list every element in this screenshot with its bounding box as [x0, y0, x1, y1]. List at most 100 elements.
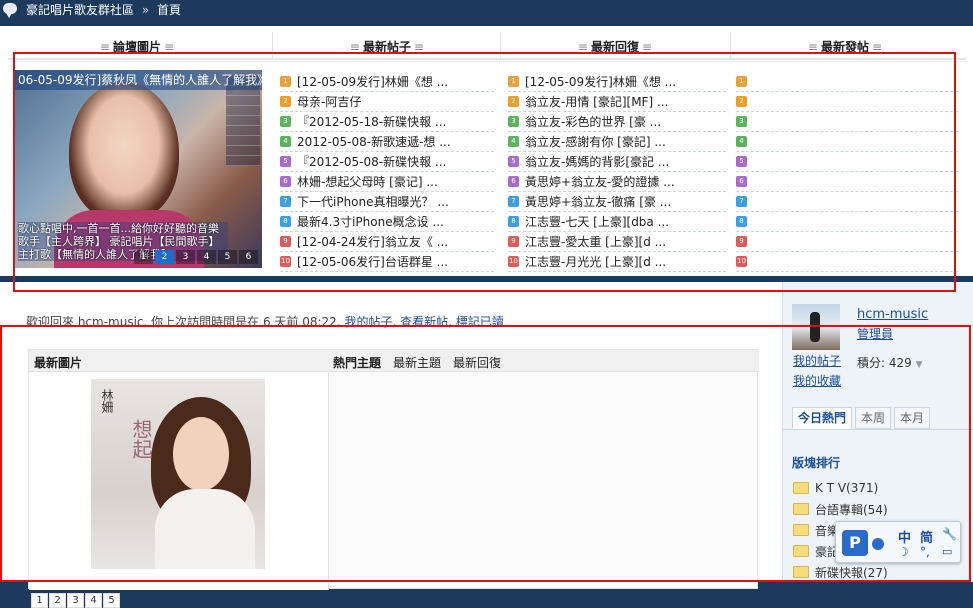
cover-page-button[interactable]: 1 — [31, 593, 48, 608]
list-item[interactable]: 7 下一代iPhone真相曝光？ ... — [280, 192, 494, 212]
album-cover-image[interactable]: 林姍 想起 — [91, 379, 265, 569]
list-item[interactable]: 6 林姍-想起父母時 [豪记] ... — [280, 172, 494, 192]
ime-dropdown-icon[interactable] — [872, 538, 884, 550]
slideshow-caption[interactable]: 06-05-09发行]蔡秋凤《無情的人誰人了解我》 — [14, 70, 262, 90]
list-item-link[interactable]: 下一代iPhone真相曝光？ ... — [297, 193, 449, 210]
slideshow-page-button[interactable]: 5 — [218, 250, 237, 264]
welcome-message: 歡迎回來 hcm-music, 你上次訪問時間是在 6 天前 08:22, 我的… — [26, 315, 504, 329]
slideshow-page-button[interactable]: 3 — [176, 250, 195, 264]
ime-keyboard-icon[interactable]: ▭ — [942, 545, 952, 558]
rank-number-badge: 5 — [508, 156, 519, 167]
list-item[interactable]: 8 最新4.3寸iPhone概念设 ... — [280, 212, 494, 232]
slideshow-page-button[interactable]: 1 — [134, 250, 153, 264]
list-item-link[interactable]: 黃思婷+翁立友-徹痛 [豪 ... — [525, 193, 671, 210]
list-item-link[interactable]: 2012-05-08-新歌速遞-想 ... — [297, 133, 451, 150]
list-item[interactable]: 2 翁立友-用情 [豪記][MF] ... — [508, 92, 726, 112]
list-item-link[interactable]: 最新4.3寸iPhone概念设 ... — [297, 213, 444, 230]
folder-icon — [793, 503, 809, 515]
list-item-link[interactable]: [12-05-06发行]台语群星 ... — [297, 253, 448, 270]
avatar[interactable] — [792, 304, 840, 350]
column-divider — [500, 32, 501, 58]
breadcrumb-home[interactable]: 首頁 — [157, 3, 181, 17]
tab-this-month[interactable]: 本月 — [894, 407, 931, 429]
list-item: 2 — [736, 92, 958, 112]
list-item[interactable]: 7 黃思婷+翁立友-徹痛 [豪 ... — [508, 192, 726, 212]
list-item-link[interactable]: [12-04-24发行]翁立友《 ... — [297, 233, 448, 250]
tab-today-hot[interactable]: 今日熱門 — [792, 407, 853, 429]
rank-number-badge: 9 — [280, 236, 291, 247]
list-item-link[interactable]: 林姍-想起父母時 [豪记] ... — [297, 173, 438, 190]
sidebar-my-favorites-link[interactable]: 我的收藏 — [793, 372, 841, 389]
cover-page-button[interactable]: 2 — [49, 593, 66, 608]
latest-threads-list: 1 2 3 4 5 6 7 8 9 10 — [736, 72, 958, 272]
list-item[interactable]: 9 [12-04-24发行]翁立友《 ... — [280, 232, 494, 252]
slideshow-page-button[interactable]: 4 — [197, 250, 216, 264]
list-item-link[interactable]: [12-05-09发行]林姍《想 ... — [297, 73, 448, 90]
list-item-link[interactable]: 江志豐-月光光 [上豪][d ... — [525, 253, 666, 270]
list-item-link[interactable]: 翁立友-媽媽的背影[豪記 ... — [525, 153, 669, 170]
list-item-link[interactable]: 黃思婷+翁立友-愛的證據 ... — [525, 173, 675, 190]
slideshow-page-button[interactable]: 6 — [239, 250, 258, 264]
rank-number-badge: 2 — [280, 96, 291, 107]
rank-number-badge: 4 — [508, 136, 519, 147]
list-item[interactable]: 8 江志豐-七天 [上豪][dba ... — [508, 212, 726, 232]
slideshow-page-button[interactable]: 2 — [155, 250, 174, 264]
view-new-posts-link[interactable]: 查看新帖 — [400, 315, 448, 329]
rank-number-badge: 8 — [280, 216, 291, 227]
tab-hot-topics[interactable]: 熱門主題 — [333, 354, 381, 371]
list-item-link[interactable]: 『2012-05-18-新碟快報 ... — [297, 113, 446, 130]
cover-artist-text: 林姍 — [100, 389, 114, 413]
board-rank-item[interactable]: 豪記 — [793, 541, 839, 561]
list-item-link[interactable]: 江志豐-愛太重 [上豪][d ... — [525, 233, 666, 250]
list-item[interactable]: 5 『2012-05-08-新碟快報 ... — [280, 152, 494, 172]
list-item-link[interactable]: 『2012-05-08-新碟快報 ... — [297, 153, 446, 170]
breadcrumb-site[interactable]: 豪記唱片歌友群社區 — [26, 3, 134, 17]
rank-number-badge: 7 — [280, 196, 291, 207]
board-rank-item[interactable]: 新碟快報(27) — [793, 562, 888, 582]
list-item-link[interactable]: 翁立友-用情 [豪記][MF] ... — [525, 93, 668, 110]
list-item[interactable]: 1 [12-05-09发行]林姍《想 ... — [508, 72, 726, 92]
board-rank-item[interactable]: 音樂 — [793, 520, 839, 540]
list-item-link[interactable]: 翁立友-彩色的世界 [豪 ... — [525, 113, 661, 130]
list-item[interactable]: 10 江志豐-月光光 [上豪][d ... — [508, 252, 726, 272]
username-link[interactable]: hcm-music — [857, 307, 928, 322]
list-item[interactable]: 9 江志豐-愛太重 [上豪][d ... — [508, 232, 726, 252]
list-item[interactable]: 3 翁立友-彩色的世界 [豪 ... — [508, 112, 726, 132]
list-item[interactable]: 5 翁立友-媽媽的背影[豪記 ... — [508, 152, 726, 172]
tab-latest-replies[interactable]: 最新回復 — [453, 354, 501, 371]
board-rank-item[interactable]: 台語專輯(54) — [793, 499, 888, 519]
ime-simplified-toggle[interactable]: 简 — [920, 527, 933, 546]
list-item-link[interactable]: 江志豐-七天 [上豪][dba ... — [525, 213, 669, 230]
points-display[interactable]: 積分: 429 ▼ — [857, 354, 923, 371]
top-bar: 豪記唱片歌友群社區 » 首頁 — [0, 0, 973, 26]
list-item[interactable]: 3 『2012-05-18-新碟快報 ... — [280, 112, 494, 132]
ime-punctuation-icon[interactable]: °, — [920, 545, 930, 559]
latest-pictures-title: 最新圖片 — [34, 356, 83, 370]
tab-this-week[interactable]: 本周 — [855, 407, 892, 429]
ime-halfwidth-icon[interactable]: ☽ — [898, 545, 909, 559]
cover-page-button[interactable]: 5 — [103, 593, 120, 608]
list-item[interactable]: 2 母亲-阿吉仔 — [280, 92, 494, 112]
user-role-link[interactable]: 管理員 — [857, 325, 893, 342]
list-item[interactable]: 10 [12-05-06发行]台语群星 ... — [280, 252, 494, 272]
ime-toolbar[interactable]: P 中 简 🔧 ☽ °, ▭ — [835, 521, 961, 563]
list-item[interactable]: 6 黃思婷+翁立友-愛的證據 ... — [508, 172, 726, 192]
cover-page-button[interactable]: 4 — [85, 593, 102, 608]
list-item-link[interactable]: [12-05-09发行]林姍《想 ... — [525, 73, 676, 90]
board-rank-item[interactable]: K T V(371) — [793, 478, 878, 498]
mark-read-link[interactable]: 標記已讀 — [456, 315, 504, 329]
list-item[interactable]: 4 2012-05-08-新歌速遞-想 ... — [280, 132, 494, 152]
ime-logo-icon[interactable]: P — [842, 530, 868, 556]
list-item[interactable]: 4 翁立友-感謝有你 [豪記] ... — [508, 132, 726, 152]
ime-settings-icon[interactable]: 🔧 — [942, 527, 957, 541]
sidebar-my-posts-link[interactable]: 我的帖子 — [793, 352, 841, 369]
cover-page-button[interactable]: 3 — [67, 593, 84, 608]
list-item[interactable]: 1 [12-05-09发行]林姍《想 ... — [280, 72, 494, 92]
ime-chinese-toggle[interactable]: 中 — [898, 527, 911, 546]
rank-number-badge: 9 — [508, 236, 519, 247]
list-item-link[interactable]: 母亲-阿吉仔 — [297, 93, 361, 110]
tab-latest-topics[interactable]: 最新主題 — [393, 354, 441, 371]
list-item-link[interactable]: 翁立友-感謝有你 [豪記] ... — [525, 133, 666, 150]
my-posts-link[interactable]: 我的帖子 — [344, 315, 392, 329]
picture-slideshow[interactable]: 06-05-09发行]蔡秋凤《無情的人誰人了解我》 歌心點唱中,一首一首...給… — [14, 70, 262, 268]
